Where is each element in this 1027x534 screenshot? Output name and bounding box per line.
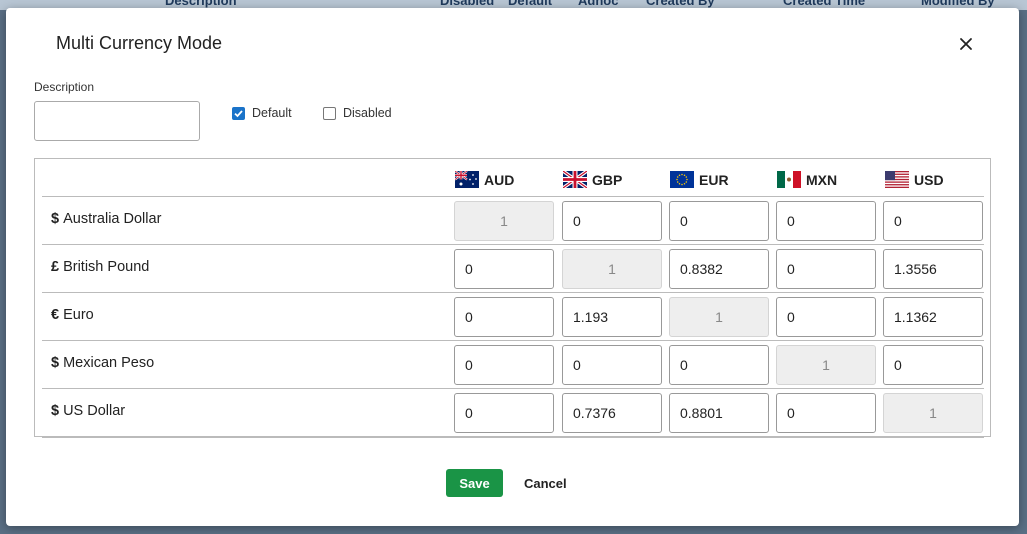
rate-input-eur-gbp[interactable]: 1.193 bbox=[562, 297, 662, 337]
rate-input-gbp-eur[interactable]: 0.8382 bbox=[669, 249, 769, 289]
checkbox-checked-icon[interactable] bbox=[232, 106, 245, 120]
bg-col-modified-by: Modified By bbox=[921, 0, 995, 8]
row-label: £ British Pound bbox=[51, 259, 149, 275]
rate-input-gbp-aud[interactable]: 0 bbox=[454, 249, 554, 289]
rate-input-gbp-mxn[interactable]: 0 bbox=[776, 249, 876, 289]
mexico-flag-icon bbox=[777, 171, 801, 188]
rate-input-gbp-usd[interactable]: 1.3556 bbox=[883, 249, 983, 289]
exchange-rate-grid: AUD GBP EUR MXN USD $ Australia Dollar 1… bbox=[34, 158, 991, 438]
rate-cell-usd-usd: 1 bbox=[883, 393, 983, 433]
bg-col-disabled: Disabled bbox=[440, 0, 495, 8]
rate-cell-gbp-gbp: 1 bbox=[562, 249, 662, 289]
currency-row-usd: $ US Dollar 0 0.7376 0.8801 0 1 bbox=[42, 388, 984, 438]
currency-row-mxn: $ Mexican Peso 0 0 0 1 0 bbox=[42, 340, 984, 389]
description-label: Description bbox=[34, 80, 95, 94]
currency-row-gbp: £ British Pound 0 1 0.8382 0 1.3556 bbox=[42, 244, 984, 293]
currency-name: Euro bbox=[63, 307, 94, 323]
rate-cell-aud-aud: 1 bbox=[454, 201, 554, 241]
dialog-title: Multi Currency Mode bbox=[56, 33, 223, 53]
rate-input-mxn-eur[interactable]: 0 bbox=[669, 345, 769, 385]
rate-input-usd-mxn[interactable]: 0 bbox=[776, 393, 876, 433]
row-label: $ US Dollar bbox=[51, 403, 125, 419]
rate-input-aud-eur[interactable]: 0 bbox=[669, 201, 769, 241]
row-label: $ Australia Dollar bbox=[51, 211, 161, 227]
currency-code: USD bbox=[914, 171, 944, 188]
rate-input-usd-eur[interactable]: 0.8801 bbox=[669, 393, 769, 433]
currency-symbol: $ bbox=[51, 403, 60, 419]
bg-col-description: Description bbox=[165, 0, 237, 8]
rate-input-aud-mxn[interactable]: 0 bbox=[776, 201, 876, 241]
rate-input-eur-mxn[interactable]: 0 bbox=[776, 297, 876, 337]
bg-col-created-time: Created Time bbox=[783, 0, 866, 8]
default-checkbox[interactable]: Default bbox=[232, 106, 292, 120]
currency-code: MXN bbox=[806, 171, 838, 188]
currency-name: Mexican Peso bbox=[63, 355, 155, 371]
column-header-aud: AUD bbox=[455, 171, 514, 188]
currency-code: EUR bbox=[699, 171, 729, 188]
rate-input-aud-usd[interactable]: 0 bbox=[883, 201, 983, 241]
bg-col-default: Default bbox=[508, 0, 553, 8]
currency-symbol: $ bbox=[51, 211, 60, 227]
currency-row-eur: € Euro 0 1.193 1 0 1.1362 bbox=[42, 292, 984, 341]
column-header-mxn: MXN bbox=[777, 171, 837, 188]
currency-name: Australia Dollar bbox=[63, 211, 162, 227]
disabled-checkbox[interactable]: Disabled bbox=[323, 106, 392, 120]
rate-input-mxn-aud[interactable]: 0 bbox=[454, 345, 554, 385]
rate-input-eur-aud[interactable]: 0 bbox=[454, 297, 554, 337]
bg-col-adhoc: Adhoc bbox=[578, 0, 619, 8]
rate-input-mxn-gbp[interactable]: 0 bbox=[562, 345, 662, 385]
rate-input-aud-gbp[interactable]: 0 bbox=[562, 201, 662, 241]
us-flag-icon bbox=[885, 171, 909, 188]
multi-currency-dialog: Multi Currency Mode Description Default … bbox=[6, 8, 1019, 526]
column-header-usd: USD bbox=[885, 171, 944, 188]
currency-row-aud: $ Australia Dollar 1 0 0 0 0 bbox=[42, 196, 984, 245]
currency-code: GBP bbox=[592, 171, 623, 188]
close-icon[interactable] bbox=[954, 32, 978, 56]
currency-symbol: £ bbox=[51, 259, 60, 275]
australia-flag-icon bbox=[455, 171, 479, 188]
save-button[interactable]: Save bbox=[446, 469, 503, 497]
currency-code: AUD bbox=[484, 171, 515, 188]
rate-cell-mxn-mxn: 1 bbox=[776, 345, 876, 385]
rate-input-eur-usd[interactable]: 1.1362 bbox=[883, 297, 983, 337]
currency-name: British Pound bbox=[63, 259, 150, 275]
currency-header-row: AUD GBP EUR MXN USD bbox=[35, 159, 990, 197]
bg-col-created-by: Created By bbox=[646, 0, 715, 8]
column-header-gbp: GBP bbox=[563, 171, 622, 188]
uk-flag-icon bbox=[563, 171, 587, 188]
cancel-button[interactable]: Cancel bbox=[518, 469, 571, 497]
rate-input-usd-gbp[interactable]: 0.7376 bbox=[562, 393, 662, 433]
row-label: $ Mexican Peso bbox=[51, 355, 154, 371]
description-input[interactable] bbox=[34, 101, 200, 141]
currency-symbol: € bbox=[51, 307, 60, 323]
row-label: € Euro bbox=[51, 307, 94, 323]
eu-flag-icon bbox=[670, 171, 694, 188]
disabled-label: Disabled bbox=[343, 106, 392, 120]
currency-name: US Dollar bbox=[63, 403, 126, 419]
checkbox-unchecked-icon[interactable] bbox=[323, 106, 336, 120]
currency-symbol: $ bbox=[51, 355, 60, 371]
default-label: Default bbox=[252, 106, 292, 120]
column-header-eur: EUR bbox=[670, 171, 729, 188]
rate-input-mxn-usd[interactable]: 0 bbox=[883, 345, 983, 385]
rate-cell-eur-eur: 1 bbox=[669, 297, 769, 337]
rate-input-usd-aud[interactable]: 0 bbox=[454, 393, 554, 433]
